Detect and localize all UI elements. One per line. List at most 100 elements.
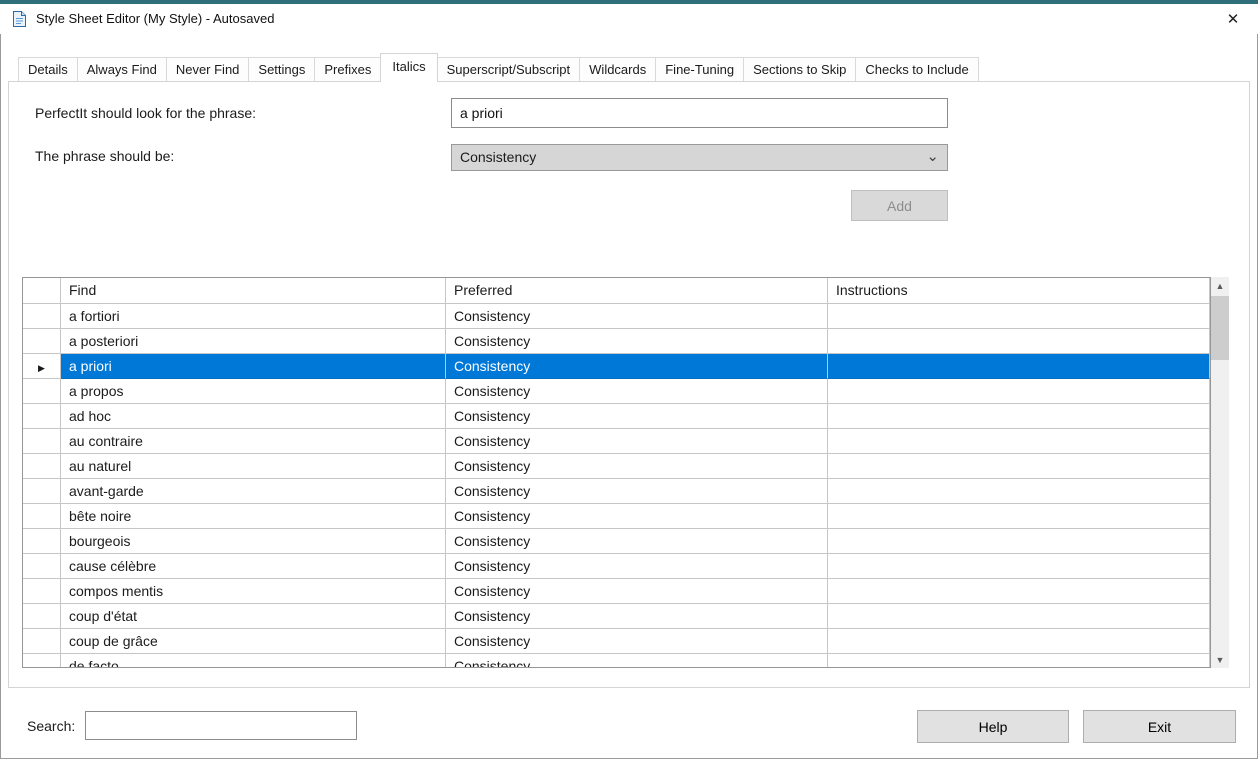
cell-preferred[interactable]: Consistency <box>446 604 828 629</box>
cell-instructions[interactable] <box>828 629 1210 654</box>
row-selector[interactable] <box>23 304 61 329</box>
table-row[interactable]: ad hocConsistency <box>23 404 1210 429</box>
table-row[interactable]: a proposConsistency <box>23 379 1210 404</box>
cell-instructions[interactable] <box>828 404 1210 429</box>
table-row[interactable]: bête noireConsistency <box>23 504 1210 529</box>
row-selector[interactable] <box>23 579 61 604</box>
cell-instructions[interactable] <box>828 504 1210 529</box>
tab-sections-to-skip[interactable]: Sections to Skip <box>743 57 856 81</box>
row-selector[interactable] <box>23 554 61 579</box>
cell-preferred[interactable]: Consistency <box>446 579 828 604</box>
table-row[interactable]: au contraireConsistency <box>23 429 1210 454</box>
table-row[interactable]: a posterioriConsistency <box>23 329 1210 354</box>
cell-instructions[interactable] <box>828 654 1210 668</box>
cell-instructions[interactable] <box>828 429 1210 454</box>
cell-find[interactable]: a propos <box>61 379 446 404</box>
cell-preferred[interactable]: Consistency <box>446 529 828 554</box>
row-selector[interactable] <box>23 329 61 354</box>
cell-find[interactable]: au naturel <box>61 454 446 479</box>
cell-preferred[interactable]: Consistency <box>446 479 828 504</box>
cell-preferred[interactable]: Consistency <box>446 629 828 654</box>
cell-find[interactable]: cause célèbre <box>61 554 446 579</box>
table-row[interactable]: ▶a prioriConsistency <box>23 354 1210 379</box>
row-selector[interactable] <box>23 604 61 629</box>
cell-instructions[interactable] <box>828 479 1210 504</box>
cell-preferred[interactable]: Consistency <box>446 329 828 354</box>
row-selector[interactable] <box>23 379 61 404</box>
table-row[interactable]: au naturelConsistency <box>23 454 1210 479</box>
row-selector[interactable] <box>23 479 61 504</box>
cell-find[interactable]: bête noire <box>61 504 446 529</box>
cell-preferred[interactable]: Consistency <box>446 454 828 479</box>
row-selector[interactable] <box>23 629 61 654</box>
cell-find[interactable]: au contraire <box>61 429 446 454</box>
row-selector[interactable] <box>23 454 61 479</box>
help-button[interactable]: Help <box>917 710 1069 743</box>
cell-preferred[interactable]: Consistency <box>446 654 828 668</box>
cell-preferred[interactable]: Consistency <box>446 504 828 529</box>
phrase-input[interactable] <box>451 98 948 128</box>
search-input[interactable] <box>85 711 357 740</box>
cell-find[interactable]: compos mentis <box>61 579 446 604</box>
add-button[interactable]: Add <box>851 190 948 221</box>
cell-preferred[interactable]: Consistency <box>446 554 828 579</box>
table-row[interactable]: coup de grâceConsistency <box>23 629 1210 654</box>
cell-find[interactable]: a fortiori <box>61 304 446 329</box>
tab-wildcards[interactable]: Wildcards <box>579 57 656 81</box>
phrase-type-combobox[interactable]: Consistency ⌄ <box>451 144 948 171</box>
table-row[interactable]: a fortioriConsistency <box>23 304 1210 329</box>
tab-details[interactable]: Details <box>18 57 78 81</box>
table-row[interactable]: cause célèbreConsistency <box>23 554 1210 579</box>
tab-never-find[interactable]: Never Find <box>166 57 250 81</box>
cell-preferred[interactable]: Consistency <box>446 379 828 404</box>
cell-find[interactable]: ad hoc <box>61 404 446 429</box>
tab-fine-tuning[interactable]: Fine-Tuning <box>655 57 744 81</box>
exit-button[interactable]: Exit <box>1083 710 1236 743</box>
tab-prefixes[interactable]: Prefixes <box>314 57 381 81</box>
cell-find[interactable]: a priori <box>61 354 446 379</box>
cell-preferred[interactable]: Consistency <box>446 304 828 329</box>
scrollbar-track[interactable] <box>1211 360 1229 651</box>
cell-preferred[interactable]: Consistency <box>446 429 828 454</box>
cell-instructions[interactable] <box>828 554 1210 579</box>
row-selector[interactable]: ▶ <box>23 354 61 379</box>
scrollbar-thumb[interactable] <box>1211 296 1229 360</box>
cell-instructions[interactable] <box>828 354 1210 379</box>
tab-superscript-subscript[interactable]: Superscript/Subscript <box>437 57 581 81</box>
tab-settings[interactable]: Settings <box>248 57 315 81</box>
cell-instructions[interactable] <box>828 454 1210 479</box>
cell-instructions[interactable] <box>828 579 1210 604</box>
row-selector[interactable] <box>23 404 61 429</box>
cell-instructions[interactable] <box>828 379 1210 404</box>
cell-instructions[interactable] <box>828 304 1210 329</box>
cell-instructions[interactable] <box>828 329 1210 354</box>
cell-instructions[interactable] <box>828 529 1210 554</box>
row-selector[interactable] <box>23 529 61 554</box>
column-header-preferred[interactable]: Preferred <box>446 278 828 304</box>
cell-preferred[interactable]: Consistency <box>446 354 828 379</box>
table-row[interactable]: coup d'étatConsistency <box>23 604 1210 629</box>
table-row[interactable]: bourgeoisConsistency <box>23 529 1210 554</box>
row-selector[interactable] <box>23 504 61 529</box>
cell-find[interactable]: bourgeois <box>61 529 446 554</box>
tab-checks-to-include[interactable]: Checks to Include <box>855 57 978 81</box>
scroll-down-icon[interactable]: ▼ <box>1211 651 1229 668</box>
cell-find[interactable]: avant-garde <box>61 479 446 504</box>
close-button[interactable]: ✕ <box>1216 6 1250 32</box>
cell-find[interactable]: de facto <box>61 654 446 668</box>
cell-find[interactable]: coup de grâce <box>61 629 446 654</box>
table-row[interactable]: de factoConsistency <box>23 654 1210 668</box>
table-row[interactable]: compos mentisConsistency <box>23 579 1210 604</box>
row-selector[interactable] <box>23 429 61 454</box>
tab-always-find[interactable]: Always Find <box>77 57 167 81</box>
scroll-up-icon[interactable]: ▲ <box>1211 277 1229 294</box>
vertical-scrollbar[interactable]: ▲ ▼ <box>1211 277 1229 668</box>
tab-italics[interactable]: Italics <box>380 53 437 82</box>
cell-find[interactable]: coup d'état <box>61 604 446 629</box>
table-row[interactable]: avant-gardeConsistency <box>23 479 1210 504</box>
cell-instructions[interactable] <box>828 604 1210 629</box>
cell-preferred[interactable]: Consistency <box>446 404 828 429</box>
row-selector[interactable] <box>23 654 61 668</box>
column-header-instructions[interactable]: Instructions <box>828 278 1210 304</box>
cell-find[interactable]: a posteriori <box>61 329 446 354</box>
